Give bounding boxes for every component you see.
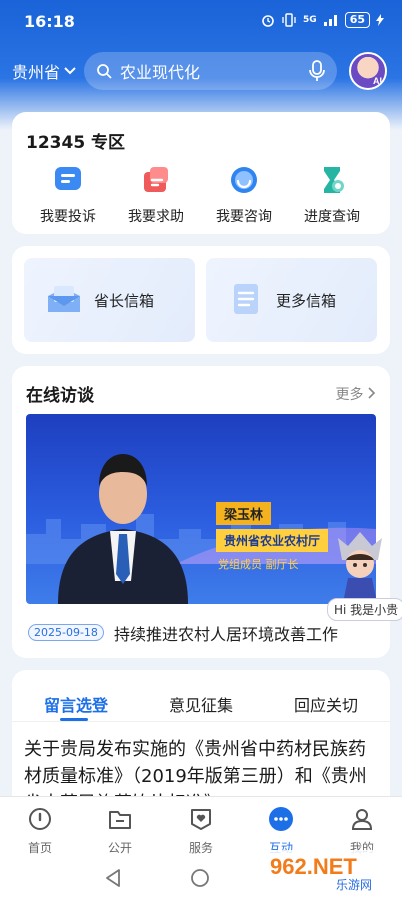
app-header: 贵州省 农业现代化 AI xyxy=(0,50,402,92)
speaker-department: 贵州省农业农村厅 xyxy=(216,529,329,552)
chat-icon xyxy=(55,167,81,190)
interview-banner[interactable]: 梁玉林 贵州省农业农村厅 党组成员 副厅长 xyxy=(26,414,376,604)
status-bar: 16:18 5G 65 xyxy=(0,0,402,44)
svg-text:乐游网: 乐游网 xyxy=(336,878,372,892)
battery-indicator: 65 xyxy=(344,12,370,28)
mascot-greeting[interactable]: Hi 我是小贵 xyxy=(327,598,402,621)
interview-headline[interactable]: 持续推进农村人居环境改善工作 xyxy=(114,621,338,645)
interview-section-title: 在线访谈 xyxy=(26,386,94,406)
status-time: 16:18 xyxy=(24,12,75,31)
mailbox-card: 省长信箱 更多信箱 xyxy=(12,246,390,354)
charging-icon xyxy=(376,14,384,26)
search-icon xyxy=(97,64,112,79)
mascot-character-icon[interactable] xyxy=(330,528,390,598)
site-watermark-logo: 962.NET 乐游网 xyxy=(262,850,398,892)
hotline-zone-card: 12345 专区 我要投诉 我要求助 我要咨询 进度查询 xyxy=(12,112,390,234)
svg-text:962.NET: 962.NET xyxy=(270,854,357,879)
microphone-icon[interactable] xyxy=(309,60,325,82)
home-icon xyxy=(29,808,51,830)
region-selector[interactable]: 贵州省 xyxy=(12,59,76,83)
speaker-photo xyxy=(58,454,188,604)
tab-response-concerns[interactable]: 回应关切 xyxy=(266,692,386,716)
interview-more-link[interactable]: 更多 xyxy=(336,384,376,404)
speaker-name: 梁玉林 xyxy=(216,502,272,525)
tab-opinion-collection[interactable]: 意见征集 xyxy=(141,692,261,716)
chevron-right-icon xyxy=(368,387,376,399)
help-request-button[interactable]: 我要求助 xyxy=(112,164,200,226)
alarm-icon xyxy=(262,15,274,27)
user-icon xyxy=(351,809,373,830)
mailbox-icon xyxy=(48,286,80,312)
message-tab-bar: 留言选登 意见征集 回应关切 xyxy=(12,670,390,722)
folder-icon xyxy=(109,811,131,829)
heart-shield-icon xyxy=(191,809,211,830)
hourglass-icon xyxy=(324,167,344,193)
chevron-down-icon xyxy=(64,67,76,75)
speaker-title: 党组成员 副厅长 xyxy=(218,558,299,571)
ai-assistant-avatar[interactable]: AI xyxy=(349,52,387,90)
tab-message-selection[interactable]: 留言选登 xyxy=(16,692,136,716)
chat-bubble-icon xyxy=(269,807,293,831)
search-bar[interactable]: 农业现代化 xyxy=(84,52,337,90)
back-triangle-icon[interactable] xyxy=(104,868,122,888)
nav-public[interactable]: 公开 xyxy=(90,805,150,856)
home-circle-icon[interactable] xyxy=(190,868,210,888)
consult-button[interactable]: 我要咨询 xyxy=(200,164,288,226)
network-label: 5G xyxy=(303,15,317,25)
vibrate-icon xyxy=(282,13,296,27)
progress-query-button[interactable]: 进度查询 xyxy=(288,164,376,226)
search-input[interactable]: 农业现代化 xyxy=(120,59,309,83)
nav-service[interactable]: 服务 xyxy=(171,805,231,856)
message-article-title[interactable]: 关于贵局发布实施的《贵州省中药材民族药材质量标准》（2019年版第三册）和《贵州… xyxy=(24,736,374,798)
governor-mailbox-button[interactable]: 省长信箱 xyxy=(24,258,195,342)
more-mailbox-button[interactable]: 更多信箱 xyxy=(206,258,377,342)
headset-icon xyxy=(231,167,257,193)
signal-icon xyxy=(323,15,337,26)
document-icon xyxy=(234,284,258,314)
region-label: 贵州省 xyxy=(12,63,61,82)
speaker-nameplate: 梁玉林 贵州省农业农村厅 党组成员 副厅长 xyxy=(216,502,329,572)
complaint-button[interactable]: 我要投诉 xyxy=(24,164,112,226)
status-icons: 5G 65 xyxy=(261,12,384,28)
nav-home[interactable]: 首页 xyxy=(10,805,70,856)
interview-date-badge: 2025-09-18 xyxy=(28,624,104,641)
active-tab-indicator xyxy=(60,718,88,721)
hotline-zone-title: 12345 专区 xyxy=(26,133,126,153)
help-icon xyxy=(144,167,168,192)
